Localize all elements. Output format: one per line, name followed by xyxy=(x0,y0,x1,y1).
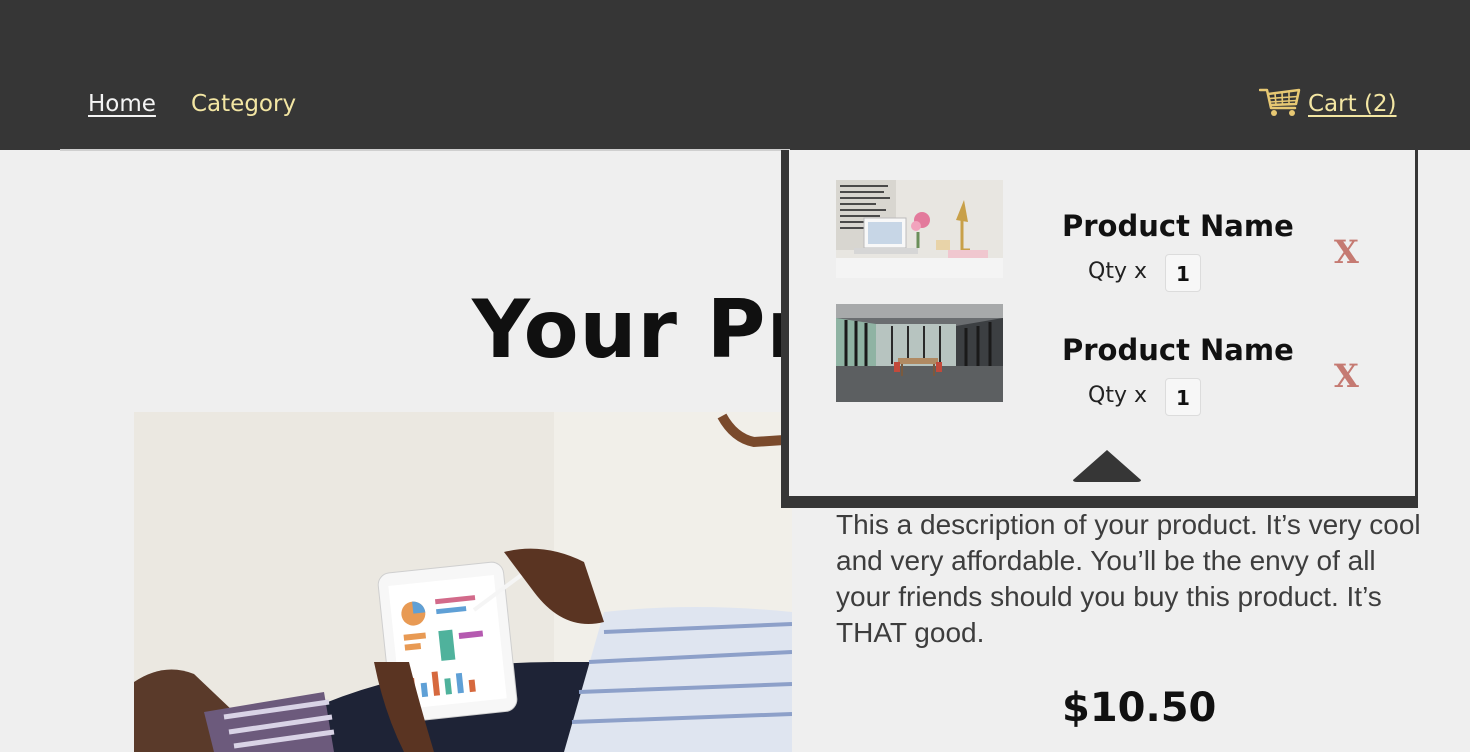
shopping-cart-icon xyxy=(1258,86,1301,122)
cart-item: Product Name Qty x 1 X xyxy=(789,178,1415,292)
site-header: Home Category Cart (2) xyxy=(0,0,1470,150)
cart-item-thumbnail xyxy=(836,304,1003,402)
cart-item-thumbnail xyxy=(836,180,1003,278)
remove-item-button[interactable]: X xyxy=(1334,356,1359,396)
product-hero-image xyxy=(134,412,792,752)
product-price: $10.50 xyxy=(1062,685,1217,731)
header-divider xyxy=(60,149,790,151)
nav-category-link[interactable]: Category xyxy=(191,88,296,120)
qty-label: Qty x xyxy=(1088,383,1147,408)
cart-link[interactable]: Cart (2) xyxy=(1258,86,1397,122)
cart-dropdown: Product Name Qty x 1 X Product Name Qty … xyxy=(781,150,1418,508)
qty-input[interactable]: 1 xyxy=(1165,378,1201,416)
cart-item-name: Product Name xyxy=(1062,209,1294,243)
triangle-up-icon[interactable] xyxy=(1071,448,1143,484)
qty-input[interactable]: 1 xyxy=(1165,254,1201,292)
qty-label: Qty x xyxy=(1088,259,1147,284)
remove-item-button[interactable]: X xyxy=(1334,232,1359,272)
cart-item-name: Product Name xyxy=(1062,333,1294,367)
cart-label: Cart (2) xyxy=(1308,91,1397,117)
cart-item: Product Name Qty x 1 X xyxy=(789,302,1415,416)
product-description: This a description of your product. It’s… xyxy=(836,509,1421,648)
nav-home-link[interactable]: Home xyxy=(88,88,156,120)
